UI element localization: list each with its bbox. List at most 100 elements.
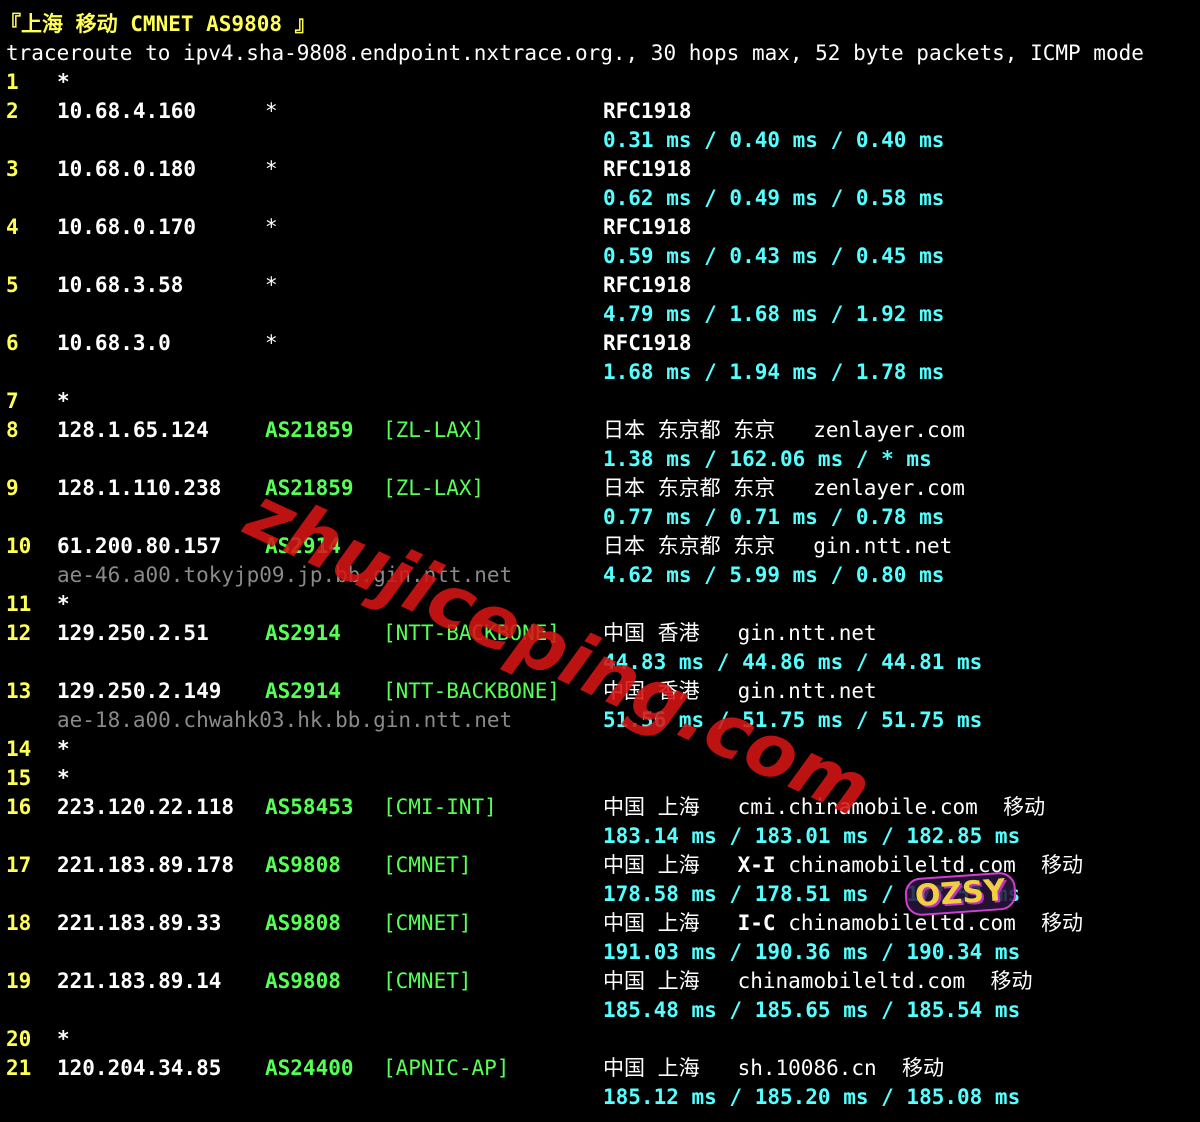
hop-ip: 10.68.0.180 xyxy=(57,157,197,181)
hop-ip: 128.1.110.238 xyxy=(57,476,222,500)
network-tag: [ZL-LAX] xyxy=(383,476,485,500)
hop-number: 14 xyxy=(6,737,32,761)
hop-number: 12 xyxy=(6,621,32,645)
hop-row: 20 * xyxy=(0,1025,1200,1054)
hop-number: 8 xyxy=(6,418,19,442)
hop-rtt-row: 185.48 ms / 185.65 ms / 185.54 ms xyxy=(0,996,1200,1025)
asn-unknown: * xyxy=(265,273,278,297)
asn-unknown: * xyxy=(265,331,278,355)
hop-number: 5 xyxy=(6,273,19,297)
hop-row: 9 128.1.110.238 AS21859 [ZL-LAX] 日本 东京都 东京 z… xyxy=(0,474,1200,503)
hop-ip: 61.200.80.157 xyxy=(57,534,222,558)
hop-location: RFC1918 xyxy=(603,271,692,300)
timeout-star: * xyxy=(57,70,70,94)
hop-rtt-row: 191.03 ms / 190.36 ms / 190.34 ms xyxy=(0,938,1200,967)
geo-label: 日本 东京都 东京 xyxy=(603,418,776,442)
hop-asn: AS9808 xyxy=(265,969,341,993)
hop-ip: 10.68.3.0 xyxy=(57,331,171,355)
hop-row: 14 * xyxy=(0,735,1200,764)
hop-domain: zenlayer.com xyxy=(813,418,965,442)
hop-row: 17 221.183.89.178 AS9808 [CMNET] 中国 上海 X-I c… xyxy=(0,851,1200,880)
hop-rtt-row: 1.68 ms / 1.94 ms / 1.78 ms xyxy=(0,358,1200,387)
hop-row: 4 10.68.0.170 * RFC1918 xyxy=(0,213,1200,242)
hop-row: 3 10.68.0.180 * RFC1918 xyxy=(0,155,1200,184)
asn-unknown: * xyxy=(265,157,278,181)
hop-ip: 10.68.3.58 xyxy=(57,273,184,297)
hop-row: 10 61.200.80.157 AS2914 日本 东京都 东京 gin.ntt.n… xyxy=(0,532,1200,561)
hop-asn: AS2914 xyxy=(265,534,341,558)
hop-row: 18 221.183.89.33 AS9808 [CMNET] 中国 上海 I-C ch… xyxy=(0,909,1200,938)
network-tag: [CMNET] xyxy=(383,853,472,877)
isp-label: 移动 xyxy=(1003,795,1046,819)
hop-row: 15 * xyxy=(0,764,1200,793)
hop-rtt: 185.12 ms / 185.20 ms / 185.08 ms xyxy=(603,1085,1021,1109)
hop-location: RFC1918 xyxy=(603,329,692,358)
terminal-window[interactable]: 『上海 移动 CMNET AS9808 』 traceroute to ipv4… xyxy=(0,0,1200,1122)
hop-row: 5 10.68.3.58 * RFC1918 xyxy=(0,271,1200,300)
hop-rtt: 4.79 ms / 1.68 ms / 1.92 ms xyxy=(603,302,945,326)
hop-domain: cmi.chinamobile.com xyxy=(737,795,978,819)
hop-location: 中国 上海 cmi.chinamobile.com 移动 xyxy=(603,793,1045,822)
geo-label: RFC1918 xyxy=(603,331,692,355)
timeout-star: * xyxy=(57,1027,70,1051)
hop-rtt-row: ae-18.a00.chwahk03.hk.bb.gin.ntt.net 51.5… xyxy=(0,706,1200,735)
geo-label: 中国 上海 xyxy=(603,795,700,819)
hop-rtt: 0.31 ms / 0.40 ms / 0.40 ms xyxy=(603,128,945,152)
hop-number: 18 xyxy=(6,911,32,935)
hop-rtt: 191.03 ms / 190.36 ms / 190.34 ms xyxy=(603,940,1021,964)
hop-number: 2 xyxy=(6,99,19,123)
hop-rtt-row: 0.31 ms / 0.40 ms / 0.40 ms xyxy=(0,126,1200,155)
hop-ip: 223.120.22.118 xyxy=(57,795,235,819)
hop-number: 11 xyxy=(6,592,32,616)
hop-location: RFC1918 xyxy=(603,213,692,242)
geo-label: 中国 香港 xyxy=(603,679,700,703)
hop-number: 17 xyxy=(6,853,32,877)
hop-number: 13 xyxy=(6,679,32,703)
hop-row: 11 * xyxy=(0,590,1200,619)
hop-ip: 129.250.2.149 xyxy=(57,679,222,703)
reverse-hostname: ae-46.a00.tokyjp09.jp.bb.gin.ntt.net xyxy=(57,563,513,587)
geo-label: 中国 上海 xyxy=(603,911,700,935)
timeout-star: * xyxy=(57,766,70,790)
hop-rtt: 0.77 ms / 0.71 ms / 0.78 ms xyxy=(603,505,945,529)
hop-row: 2 10.68.4.160 * RFC1918 xyxy=(0,97,1200,126)
hop-domain: gin.ntt.net xyxy=(737,679,877,703)
hop-rtt: 44.83 ms / 44.86 ms / 44.81 ms xyxy=(603,650,983,674)
hop-number: 21 xyxy=(6,1056,32,1080)
hop-asn: AS24400 xyxy=(265,1056,354,1080)
hop-ip: 10.68.4.160 xyxy=(57,99,197,123)
timeout-star: * xyxy=(57,389,70,413)
hop-rtt-row: 1.38 ms / 162.06 ms / * ms xyxy=(0,445,1200,474)
isp-label: 移动 xyxy=(1041,853,1084,877)
hop-location: 中国 上海 sh.10086.cn 移动 xyxy=(603,1054,944,1083)
hop-asn: AS9808 xyxy=(265,911,341,935)
hop-domain: chinamobileltd.com xyxy=(737,969,966,993)
network-tag: [NTT-BACKBONE] xyxy=(383,621,561,645)
hop-ip: 221.183.89.14 xyxy=(57,969,222,993)
hop-rtt: 178.58 ms / 178.51 ms / 178.53 ms xyxy=(603,882,1021,906)
hop-row: 13 129.250.2.149 AS2914 [NTT-BACKBONE] 中国 香港… xyxy=(0,677,1200,706)
hop-domain: zenlayer.com xyxy=(813,476,965,500)
hop-location: 日本 东京都 东京 zenlayer.com xyxy=(603,474,965,503)
hop-asn: AS21859 xyxy=(265,476,354,500)
hop-number: 6 xyxy=(6,331,19,355)
hop-number: 9 xyxy=(6,476,19,500)
hop-row: 8 128.1.65.124 AS21859 [ZL-LAX] 日本 东京都 东京 ze… xyxy=(0,416,1200,445)
hop-row: 1 * xyxy=(0,68,1200,97)
hop-rtt-row: ae-46.a00.tokyjp09.jp.bb.gin.ntt.net 4.62… xyxy=(0,561,1200,590)
hop-number: 4 xyxy=(6,215,19,239)
hop-rtt-row: 44.83 ms / 44.86 ms / 44.81 ms xyxy=(0,648,1200,677)
hop-rtt-row: 178.58 ms / 178.51 ms / 178.53 ms xyxy=(0,880,1200,909)
hop-asn: AS21859 xyxy=(265,418,354,442)
trace-title: 『上海 移动 CMNET AS9808 』 xyxy=(0,12,316,36)
hop-location: 中国 香港 gin.ntt.net xyxy=(603,619,877,648)
geo-label: 中国 香港 xyxy=(603,621,700,645)
geo-label: 日本 东京都 东京 xyxy=(603,476,776,500)
network-tag: [NTT-BACKBONE] xyxy=(383,679,561,703)
hop-number: 16 xyxy=(6,795,32,819)
hop-location: RFC1918 xyxy=(603,155,692,184)
hop-row: 19 221.183.89.14 AS9808 [CMNET] 中国 上海 chinam… xyxy=(0,967,1200,996)
network-tag: [ZL-LAX] xyxy=(383,418,485,442)
isp-label: 移动 xyxy=(1041,911,1084,935)
hop-domain: chinamobileltd.com xyxy=(788,911,1016,935)
